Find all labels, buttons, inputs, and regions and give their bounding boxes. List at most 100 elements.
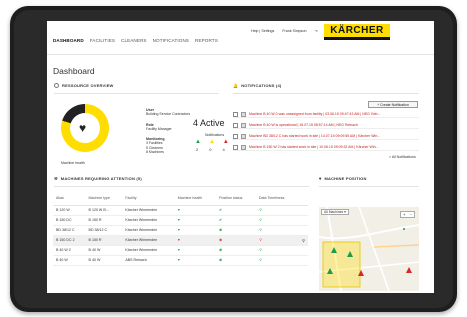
cell-facility: ABS Reinach bbox=[122, 255, 175, 266]
machines-table: Alias Machine type Facility Machine heal… bbox=[53, 191, 308, 266]
notification-status-icons: ▲ ▲ ▲ bbox=[195, 139, 229, 145]
table-row[interactable]: B 150 DC B 150 R Kärcher Winnenden ♥ ✔ ⌔ bbox=[53, 215, 308, 226]
wifi-icon: ⌔ bbox=[255, 225, 299, 236]
panel-toggle-icon[interactable] bbox=[54, 83, 59, 88]
cell-alias: B 150 DC bbox=[53, 215, 86, 226]
health-bad-icon: ♥ bbox=[174, 235, 217, 246]
machine-icon bbox=[241, 111, 246, 117]
nav-dashboard[interactable]: DASHBOARD bbox=[53, 38, 84, 43]
notification-item[interactable]: Machine BD 38/12 C has started work in s… bbox=[233, 133, 419, 140]
wifi-icon: ⌔ bbox=[255, 255, 299, 266]
position-ok-icon: ✔ bbox=[216, 205, 256, 216]
divider bbox=[54, 93, 219, 94]
column-facility[interactable]: Facility bbox=[122, 191, 175, 206]
table-header-row: Alias Machine type Facility Machine heal… bbox=[53, 191, 308, 206]
map-zoom-controls: + − bbox=[400, 211, 415, 218]
wifi-icon: ⌔ bbox=[255, 245, 299, 256]
divider bbox=[319, 186, 419, 187]
column-data-timeliness[interactable]: Data Timeliness bbox=[255, 191, 299, 206]
red-count: 4 bbox=[222, 147, 225, 152]
logout-icon[interactable]: ⇥ bbox=[314, 29, 317, 33]
map-header: ⌖ MACHINE POSITION bbox=[319, 176, 367, 181]
cell-alias: B 40 W bbox=[53, 255, 86, 266]
notification-item[interactable]: Machine B 40 W 0 was unassigned from fac… bbox=[233, 111, 419, 118]
cell-type: B 150 R bbox=[85, 235, 123, 246]
column-alias[interactable]: Alias bbox=[53, 191, 86, 206]
cell-type: B 150 R bbox=[85, 215, 123, 226]
position-bad-icon: ⊗ bbox=[216, 245, 256, 256]
notification-checkbox[interactable] bbox=[233, 144, 238, 150]
help-settings-link[interactable]: Help | Settings bbox=[251, 29, 274, 33]
wrench-icon: ⚒ bbox=[54, 176, 58, 181]
wifi-icon: ⌔ bbox=[255, 205, 299, 216]
zoom-in-icon[interactable]: + bbox=[402, 213, 406, 217]
zoom-out-icon[interactable]: − bbox=[409, 213, 413, 217]
health-good-icon: ♥ bbox=[174, 205, 217, 216]
active-count: 4 Active bbox=[193, 118, 225, 128]
cell-alias: BD 38/12 C bbox=[53, 225, 86, 236]
machine-icon bbox=[241, 133, 246, 139]
table-row[interactable]: B 40 WB 40 W ABS Reinach ♥ ⊗ ⌔ bbox=[53, 255, 308, 266]
notifications-header: 🔔 NOTIFICATIONS (4) bbox=[233, 83, 282, 88]
notification-checkbox[interactable] bbox=[233, 111, 238, 117]
role-value: Facility Manager bbox=[146, 127, 172, 132]
column-machine-type[interactable]: Machine type bbox=[85, 191, 123, 206]
divider bbox=[54, 186, 309, 187]
notification-item[interactable]: Machine B 40 W is operational | 15.07.15… bbox=[233, 122, 419, 129]
yellow-bell-icon: ▲ bbox=[208, 139, 215, 145]
machine-filter-dropdown[interactable]: All Machines ▾ bbox=[321, 209, 349, 215]
position-bad-icon: ⊗ bbox=[216, 255, 256, 266]
cell-facility: Kärcher Winnenden bbox=[122, 235, 175, 246]
user-info: User Building Service Contractors bbox=[146, 108, 190, 117]
cell-type: B 40 W bbox=[85, 255, 123, 266]
nav-notifications[interactable]: NOTIFICATIONS bbox=[153, 38, 189, 43]
table-row[interactable]: BD 38/12 C BD 38/12 C Kärcher Winnenden ♥ ⊗… bbox=[53, 225, 308, 236]
notification-counts: 2 0 4 bbox=[196, 147, 225, 152]
green-bell-icon: ▲ bbox=[195, 139, 201, 145]
wifi-icon: ⌔ bbox=[255, 235, 299, 246]
column-machine-health[interactable]: Machine health bbox=[174, 191, 217, 206]
health-good-icon: ♥ bbox=[174, 225, 217, 236]
machine-icon bbox=[241, 122, 246, 128]
cell-type: B 40 W bbox=[85, 245, 123, 256]
attention-header: ⚒ MACHINES REQUIRING ATTENTION (5) bbox=[54, 176, 142, 181]
nav-reports[interactable]: REPORTS bbox=[195, 38, 218, 43]
notification-checkbox[interactable] bbox=[233, 133, 238, 139]
create-notification-button[interactable]: + Create Notification bbox=[368, 101, 418, 108]
wifi-icon: ⌔ bbox=[255, 215, 299, 226]
table-row[interactable]: B 150 DC 2B 150 R Kärcher Winnenden ♥ ⊗ ⌔ ⚲ bbox=[53, 235, 308, 246]
notifications-status-label: Notifications bbox=[205, 133, 225, 137]
map-canvas bbox=[319, 207, 419, 291]
column-position-status[interactable]: Position status bbox=[216, 191, 256, 206]
monitoring-info: Monitoring 3 Facilities 5 Cleaners 8 Mac… bbox=[146, 137, 165, 154]
notification-item[interactable]: Machine B 150 W 2 has started work in si… bbox=[233, 144, 419, 151]
machine-map[interactable] bbox=[319, 207, 419, 291]
green-count: 2 bbox=[196, 147, 199, 152]
user-link[interactable]: Frank Simpson bbox=[282, 29, 306, 33]
yellow-count: 0 bbox=[209, 147, 212, 152]
table-row[interactable]: B 120 WB 120 W B... Kärcher Winnenden ♥ ✔ ⌔ bbox=[53, 205, 308, 216]
cell-alias: B 150 DC 2 bbox=[53, 235, 86, 246]
cell-type: BD 38/12 C bbox=[85, 225, 123, 236]
machine-health-label: Machine health bbox=[61, 161, 85, 165]
column-actions bbox=[298, 191, 308, 206]
top-bar: DASHBOARD FACILITIES CLEANERS NOTIFICATI… bbox=[47, 21, 434, 55]
search-icon[interactable]: ⚲ bbox=[298, 235, 308, 246]
bell-icon: 🔔 bbox=[233, 83, 239, 88]
cell-alias: B 120 W bbox=[53, 205, 86, 216]
table-row[interactable]: B 40 W 2B 40 W Kärcher Winnenden ♥ ⊗ ⌔ bbox=[53, 245, 308, 256]
cell-type: B 120 W B... bbox=[85, 205, 123, 216]
cell-alias: B 40 W 2 bbox=[53, 245, 86, 256]
red-bell-icon: ▲ bbox=[222, 139, 229, 145]
brand-logo-bar bbox=[324, 37, 390, 40]
machines-count: 8 Machines bbox=[146, 149, 164, 154]
nav-facilities[interactable]: FACILITIES bbox=[90, 38, 115, 43]
notification-checkbox[interactable] bbox=[233, 122, 238, 128]
divider bbox=[233, 93, 419, 94]
all-notifications-link[interactable]: > All Notifications bbox=[389, 155, 416, 159]
dashboard-screen: DASHBOARD FACILITIES CLEANERS NOTIFICATI… bbox=[47, 21, 434, 293]
nav-cleaners[interactable]: CLEANERS bbox=[121, 38, 147, 43]
top-links: Help | Settings Frank Simpson ⇥ bbox=[251, 29, 318, 33]
health-good-icon: ♥ bbox=[174, 215, 217, 226]
pin-icon: ⌖ bbox=[319, 176, 322, 181]
